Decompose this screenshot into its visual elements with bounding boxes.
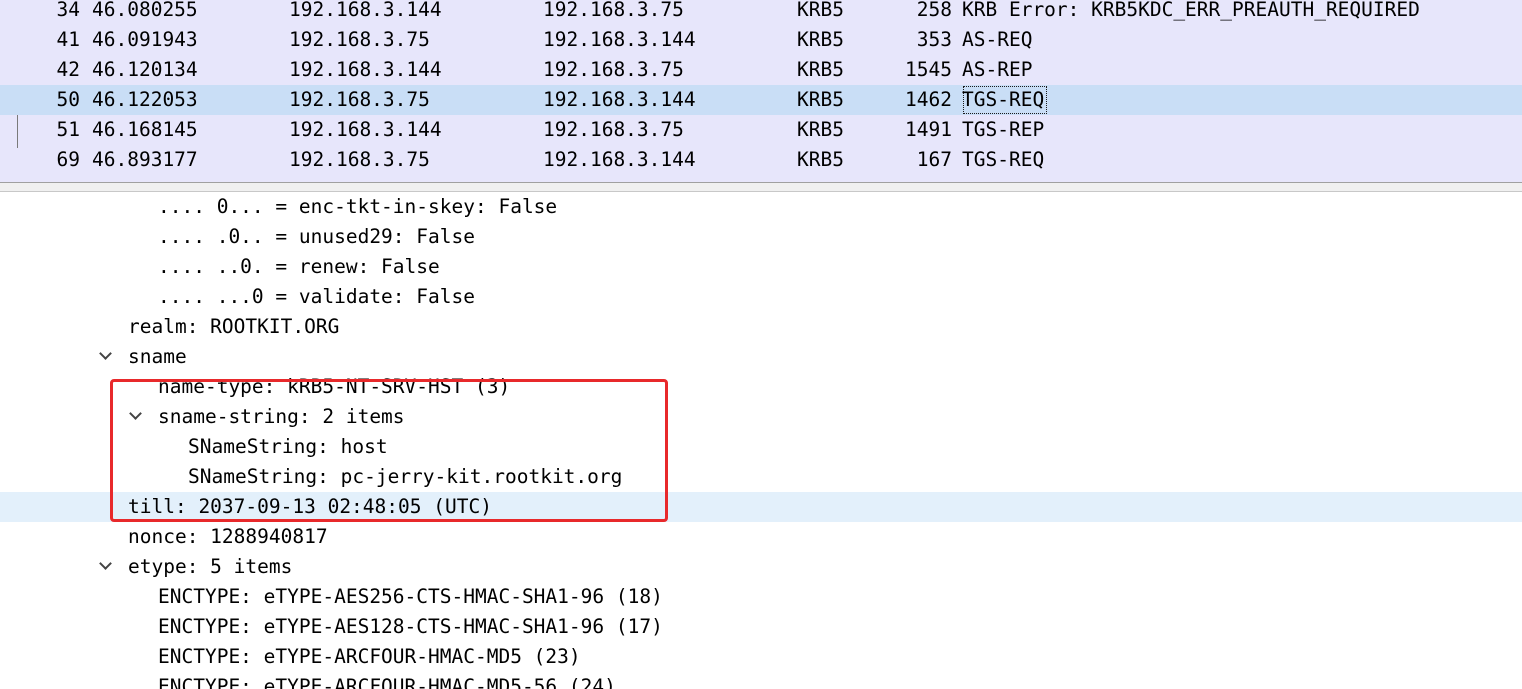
tree-item[interactable]: ENCTYPE: eTYPE-AES128-CTS-HMAC-SHA1-96 (…	[0, 612, 1522, 642]
packet-info: TGS-REP	[962, 118, 1045, 141]
packet-row[interactable]: 51 46.168145 192.168.3.144 192.168.3.75 KRB5…	[0, 115, 1522, 145]
packet-time: 46.120134	[92, 58, 198, 81]
packet-source: 192.168.3.75	[289, 88, 430, 111]
packet-number: 69	[56, 148, 80, 171]
packet-source: 192.168.3.144	[289, 58, 442, 81]
tree-item-label: etype: 5 items	[128, 555, 293, 578]
packet-details-tree: .... 0... = enc-tkt-in-skey: False .... .…	[0, 192, 1522, 689]
tree-item[interactable]: etype: 5 items	[0, 552, 1522, 582]
tree-item[interactable]: nonce: 1288940817	[0, 522, 1522, 552]
tree-item-label: realm: ROOTKIT.ORG	[128, 315, 340, 338]
tree-item[interactable]: .... .0.. = unused29: False	[0, 222, 1522, 252]
packet-length: 1545	[905, 58, 952, 81]
packet-number: 41	[56, 28, 80, 51]
packet-source: 192.168.3.144	[289, 118, 442, 141]
packet-destination: 192.168.3.75	[543, 0, 684, 21]
packet-source: 192.168.3.75	[289, 28, 430, 51]
tree-item-label: .... ..0. = renew: False	[158, 255, 440, 278]
packet-protocol: KRB5	[797, 88, 844, 111]
packet-info: TGS-REQ	[962, 148, 1045, 171]
packet-source: 192.168.3.144	[289, 0, 442, 21]
packet-info: AS-REQ	[962, 28, 1033, 51]
packet-length: 353	[916, 28, 952, 51]
tree-item[interactable]: ENCTYPE: eTYPE-ARCFOUR-HMAC-MD5 (23)	[0, 642, 1522, 672]
tree-item-label: SNameString: pc-jerry-kit.rootkit.org	[188, 465, 623, 488]
packet-length: 167	[916, 148, 952, 171]
tree-item[interactable]: ENCTYPE: eTYPE-ARCFOUR-HMAC-MD5-56 (24)	[0, 672, 1522, 689]
packet-info: KRB Error: KRB5KDC_ERR_PREAUTH_REQUIRED	[962, 0, 1420, 21]
chevron-down-icon[interactable]	[129, 407, 142, 420]
tree-item-label: .... ...0 = validate: False	[158, 285, 475, 308]
packet-number: 51	[56, 118, 80, 141]
tree-item-label: SNameString: host	[188, 435, 388, 458]
packet-number: 42	[56, 58, 80, 81]
tree-item-label: name-type: kRB5-NT-SRV-HST (3)	[158, 375, 511, 398]
pane-splitter[interactable]	[0, 182, 1522, 192]
tree-item-label: till: 2037-09-13 02:48:05 (UTC)	[128, 495, 492, 518]
packet-destination: 192.168.3.144	[543, 28, 696, 51]
tree-item-label: ENCTYPE: eTYPE-ARCFOUR-HMAC-MD5 (23)	[158, 645, 581, 668]
tree-item[interactable]: ENCTYPE: eTYPE-AES256-CTS-HMAC-SHA1-96 (…	[0, 582, 1522, 612]
packet-row[interactable]: 41 46.091943 192.168.3.75 192.168.3.144 KRB5…	[0, 25, 1522, 55]
packet-row[interactable]: 69 46.893177 192.168.3.75 192.168.3.144 KRB5…	[0, 145, 1522, 175]
packet-length: 1462	[905, 88, 952, 111]
tree-item-label: ENCTYPE: eTYPE-ARCFOUR-HMAC-MD5-56 (24)	[158, 675, 616, 689]
tree-item-label: ENCTYPE: eTYPE-AES128-CTS-HMAC-SHA1-96 (…	[158, 615, 663, 638]
packet-row-selected[interactable]: 50 46.122053 192.168.3.75 192.168.3.144 KRB5…	[0, 85, 1522, 115]
tree-item-selected[interactable]: till: 2037-09-13 02:48:05 (UTC)	[0, 492, 1522, 522]
packet-number: 34	[56, 0, 80, 21]
tree-item-label: sname-string: 2 items	[158, 405, 405, 428]
chevron-down-icon[interactable]	[99, 347, 112, 360]
tree-item[interactable]: name-type: kRB5-NT-SRV-HST (3)	[0, 372, 1522, 402]
packet-source: 192.168.3.75	[289, 148, 430, 171]
packet-destination: 192.168.3.75	[543, 118, 684, 141]
tree-item-label: nonce: 1288940817	[128, 525, 328, 548]
packet-destination: 192.168.3.144	[543, 148, 696, 171]
packet-destination: 192.168.3.144	[543, 88, 696, 111]
tree-item-label: ENCTYPE: eTYPE-AES256-CTS-HMAC-SHA1-96 (…	[158, 585, 663, 608]
tree-item[interactable]: .... ..0. = renew: False	[0, 252, 1522, 282]
tree-item-label: .... .0.. = unused29: False	[158, 225, 475, 248]
packet-number: 50	[56, 88, 80, 111]
packet-row[interactable]: 42 46.120134 192.168.3.144 192.168.3.75 KRB5…	[0, 55, 1522, 85]
tree-item[interactable]: sname-string: 2 items	[0, 402, 1522, 432]
packet-length: 1491	[905, 118, 952, 141]
packet-protocol: KRB5	[797, 28, 844, 51]
packet-protocol: KRB5	[797, 148, 844, 171]
packet-length: 258	[916, 0, 952, 21]
packet-protocol: KRB5	[797, 58, 844, 81]
tree-item[interactable]: .... 0... = enc-tkt-in-skey: False	[0, 192, 1522, 222]
packet-info: AS-REP	[962, 58, 1033, 81]
packet-time: 46.893177	[92, 148, 198, 171]
packet-time: 46.168145	[92, 118, 198, 141]
tree-item[interactable]: realm: ROOTKIT.ORG	[0, 312, 1522, 342]
packet-time: 46.080255	[92, 0, 198, 21]
tree-item[interactable]: SNameString: pc-jerry-kit.rootkit.org	[0, 462, 1522, 492]
packet-time: 46.122053	[92, 88, 198, 111]
packet-time: 46.091943	[92, 28, 198, 51]
packet-info: TGS-REQ	[962, 85, 1048, 115]
packet-destination: 192.168.3.75	[543, 58, 684, 81]
tree-item-label: .... 0... = enc-tkt-in-skey: False	[158, 195, 558, 218]
packet-row[interactable]: 34 46.080255 192.168.3.144 192.168.3.75 KRB5…	[0, 0, 1522, 25]
tree-item[interactable]: SNameString: host	[0, 432, 1522, 462]
packet-list: 34 46.080255 192.168.3.144 192.168.3.75 KRB5…	[0, 0, 1522, 182]
chevron-down-icon[interactable]	[99, 557, 112, 570]
packet-protocol: KRB5	[797, 0, 844, 21]
tree-item-label: sname	[128, 345, 187, 368]
packet-protocol: KRB5	[797, 118, 844, 141]
tree-item[interactable]: sname	[0, 342, 1522, 372]
tree-item[interactable]: .... ...0 = validate: False	[0, 282, 1522, 312]
